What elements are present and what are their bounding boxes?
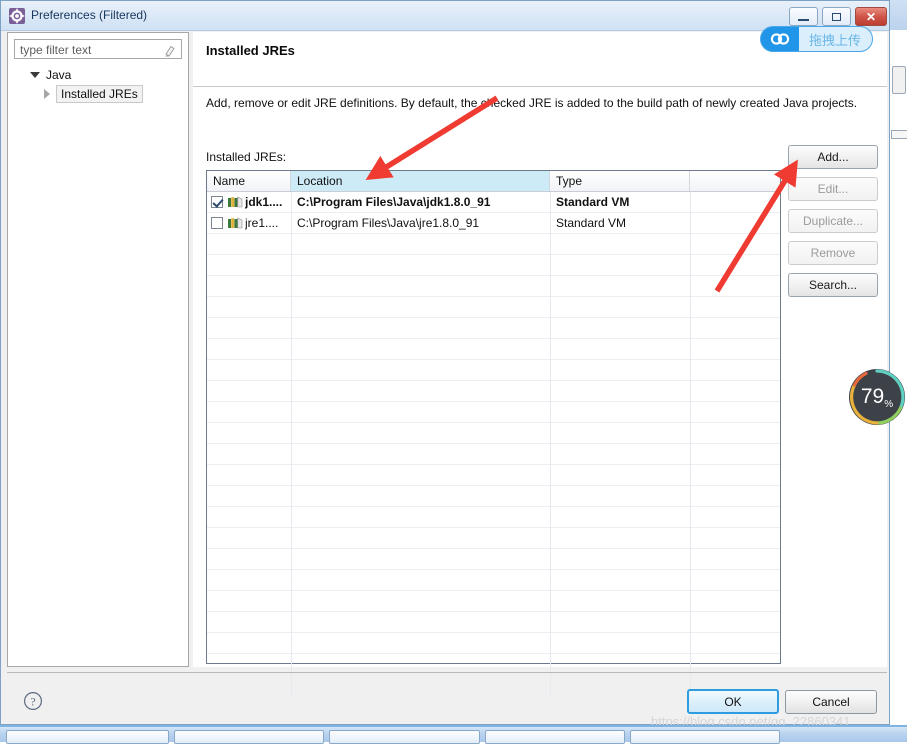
gear-icon (9, 8, 25, 24)
table-header-row: Name Location Type (207, 171, 780, 192)
table-row[interactable]: jdk1.... C:\Program Files\Java\jdk1.8.0_… (207, 192, 780, 213)
jre-checkbox[interactable] (211, 217, 223, 229)
column-header-spacer[interactable] (690, 171, 780, 191)
table-row-empty[interactable] (207, 402, 780, 423)
edit-button[interactable]: Edit... (788, 177, 878, 201)
table-row-empty[interactable] (207, 465, 780, 486)
tree-item-installed-jres-label: Installed JREs (56, 85, 143, 103)
tree-item-java-label: Java (46, 68, 72, 82)
close-icon: ✕ (865, 9, 877, 24)
maximize-icon (832, 12, 841, 21)
button-label: Remove (810, 246, 856, 260)
clear-filter-icon[interactable] (164, 44, 176, 57)
page-description: Add, remove or edit JRE definitions. By … (206, 96, 858, 110)
button-label: Search... (808, 278, 858, 292)
title-divider (193, 86, 887, 87)
ok-button-label: OK (724, 694, 742, 709)
table-row-empty[interactable] (207, 423, 780, 444)
chevron-right-icon[interactable] (44, 89, 50, 99)
background-window-chip-secondary (891, 130, 907, 139)
table-row-empty[interactable] (207, 444, 780, 465)
tree-item-java[interactable]: Java (30, 66, 71, 84)
cell-name[interactable]: jdk1.... (207, 192, 291, 212)
table-row-empty[interactable] (207, 276, 780, 297)
installed-jres-page: Installed JREs Add, remove or edit JRE d… (193, 32, 887, 696)
table-row-empty[interactable] (207, 486, 780, 507)
preferences-dialog: Preferences (Filtered) ✕ type filter tex… (0, 0, 890, 725)
desktop-background: Preferences (Filtered) ✕ type filter tex… (0, 0, 907, 744)
minimize-button[interactable] (789, 7, 818, 26)
drag-upload-widget[interactable]: 拖拽上传 (760, 26, 873, 52)
button-label: Add... (817, 150, 849, 164)
jre-checkbox[interactable] (211, 196, 223, 208)
table-row-empty[interactable] (207, 339, 780, 360)
ok-button[interactable]: OK (687, 689, 779, 714)
progress-value: 79 (860, 385, 885, 408)
progress-unit: % (884, 399, 894, 410)
table-row-empty[interactable] (207, 234, 780, 255)
cell-location: C:\Program Files\Java\jdk1.8.0_91 (297, 195, 491, 209)
background-window-titlebar (887, 0, 907, 30)
column-header-type[interactable]: Type (550, 171, 690, 191)
cancel-button-label: Cancel (812, 695, 850, 709)
dialog-titlebar[interactable]: Preferences (Filtered) ✕ (1, 1, 889, 31)
chevron-down-icon[interactable] (30, 72, 40, 78)
table-row-empty[interactable] (207, 591, 780, 612)
table-row-empty[interactable] (207, 528, 780, 549)
close-button[interactable]: ✕ (855, 7, 887, 26)
table-row-empty[interactable] (207, 612, 780, 633)
cell-name[interactable]: jre1.... (207, 213, 291, 233)
windows-taskbar[interactable] (0, 725, 907, 744)
cloud-upload-icon (761, 27, 799, 51)
background-window-chip (892, 66, 906, 94)
button-label: Edit... (817, 182, 849, 196)
table-row-empty[interactable] (207, 255, 780, 276)
preferences-tree-panel: type filter text Java Installed JREs (7, 32, 189, 667)
jre-library-icon (228, 217, 243, 229)
table-row-empty[interactable] (207, 507, 780, 528)
table-row-empty[interactable] (207, 360, 780, 381)
table-row-empty[interactable] (207, 549, 780, 570)
installed-jres-list-label: Installed JREs: (206, 150, 287, 164)
button-label: Duplicate... (802, 214, 864, 228)
footer-divider (7, 672, 887, 673)
maximize-button[interactable] (822, 7, 851, 26)
table-row-empty[interactable] (207, 297, 780, 318)
cancel-button[interactable]: Cancel (785, 690, 877, 714)
help-icon[interactable]: ? (23, 691, 43, 711)
table-row-empty[interactable] (207, 381, 780, 402)
tree-item-installed-jres[interactable]: Installed JREs (44, 85, 143, 103)
cell-name-text: jre1.... (245, 216, 279, 230)
remove-button[interactable]: Remove (788, 241, 878, 265)
table-row-empty[interactable] (207, 633, 780, 654)
installed-jres-table[interactable]: Name Location Type jdk1.... C:\Program F… (206, 170, 781, 696)
dialog-title: Preferences (Filtered) (31, 8, 148, 22)
jre-library-icon (228, 196, 243, 208)
cell-type: Standard VM (556, 216, 627, 230)
search-button[interactable]: Search... (788, 273, 878, 297)
drag-upload-label: 拖拽上传 (809, 32, 862, 48)
add-button[interactable]: Add... (788, 145, 878, 169)
table-row-empty[interactable] (207, 570, 780, 591)
cell-name-text: jdk1.... (245, 195, 283, 209)
filter-input-wrapper[interactable]: type filter text (14, 39, 182, 59)
minimize-icon (798, 18, 809, 21)
table-row-empty[interactable] (207, 318, 780, 339)
upload-progress-widget[interactable]: 79 % (846, 366, 907, 428)
duplicate-button[interactable]: Duplicate... (788, 209, 878, 233)
filter-placeholder-text: type filter text (20, 43, 92, 57)
column-header-name[interactable]: Name (207, 171, 291, 191)
table-row[interactable]: jre1.... C:\Program Files\Java\jre1.8.0_… (207, 213, 780, 234)
page-title: Installed JREs (206, 43, 295, 58)
column-header-location[interactable]: Location (291, 171, 550, 191)
cell-type: Standard VM (556, 195, 630, 209)
cell-location: C:\Program Files\Java\jre1.8.0_91 (297, 216, 480, 230)
progress-value-container: 79 % (846, 366, 907, 428)
svg-text:?: ? (30, 696, 35, 708)
